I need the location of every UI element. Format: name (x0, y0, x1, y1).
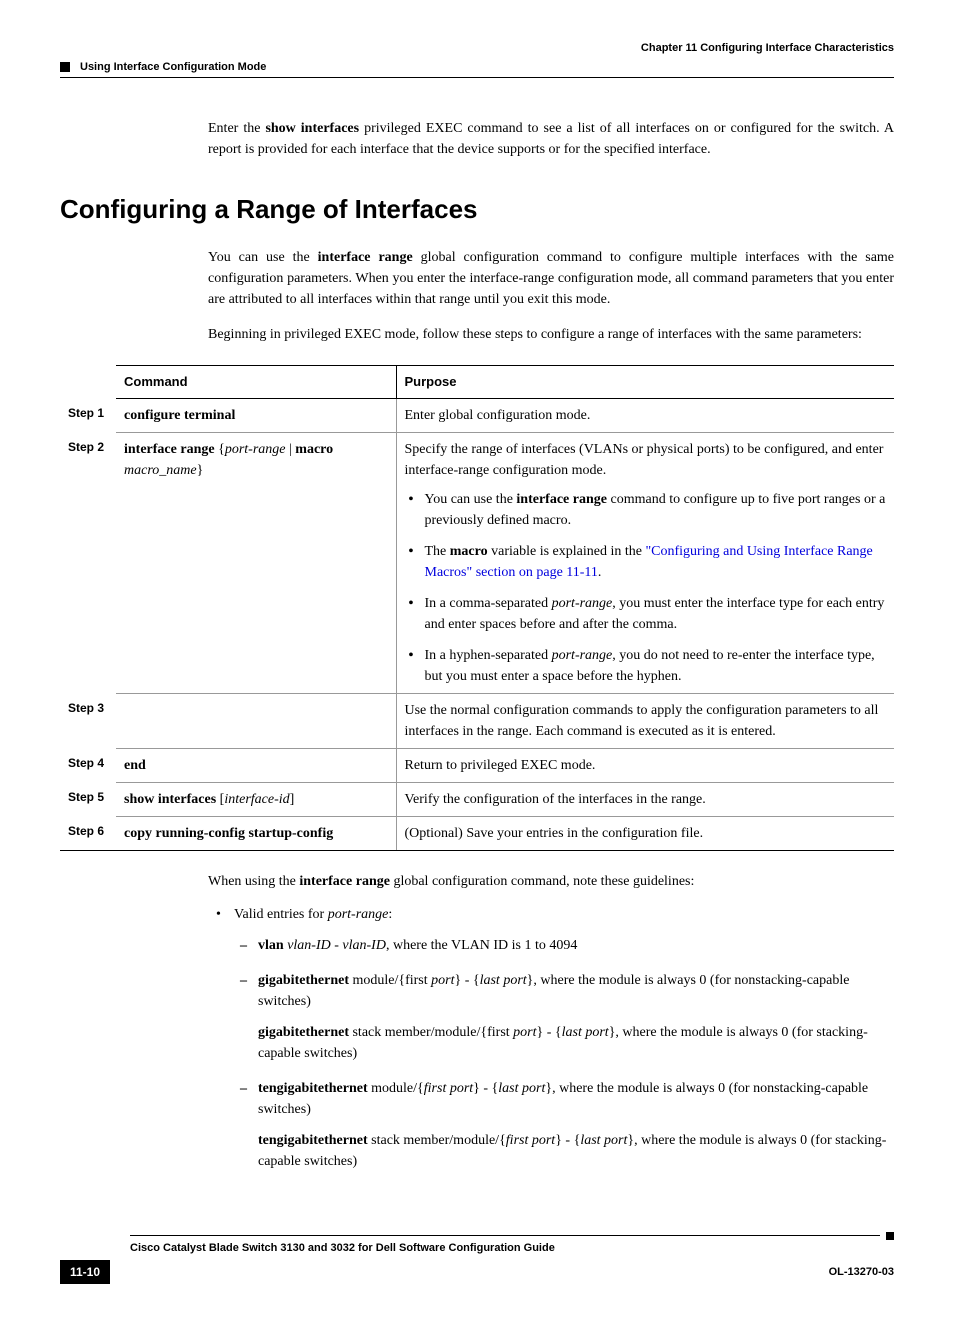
section-heading: Configuring a Range of Interfaces (60, 190, 894, 229)
step-label: Step 3 (60, 693, 116, 748)
table-row: Step 4 end Return to privileged EXEC mod… (60, 748, 894, 782)
page-header-left: Using Interface Configuration Mode (60, 59, 894, 76)
intro-paragraph: Enter the show interfaces privileged EXE… (208, 118, 894, 160)
header-rule (60, 77, 894, 78)
step-label: Step 6 (60, 816, 116, 850)
step-label: Step 2 (60, 432, 116, 693)
header-square-icon (60, 62, 70, 72)
page-footer: Cisco Catalyst Blade Switch 3130 and 303… (60, 1232, 894, 1285)
steps-table: Command Purpose Step 1 configure termina… (60, 365, 894, 851)
list-item: vlan vlan-ID - vlan-ID, where the VLAN I… (234, 935, 894, 956)
table-row: Step 3 Use the normal configuration comm… (60, 693, 894, 748)
table-row: Step 6 copy running-config startup-confi… (60, 816, 894, 850)
header-section: Using Interface Configuration Mode (80, 59, 266, 76)
guidelines-block: When using the interface range global co… (208, 871, 894, 1172)
table-row: Step 5 show interfaces [interface-id] Ve… (60, 782, 894, 816)
header-chapter: Chapter 11 Configuring Interface Charact… (641, 40, 894, 57)
step-label: Step 1 (60, 398, 116, 432)
list-item: gigabitethernet module/{first port} - {l… (234, 970, 894, 1064)
document-id: OL-13270-03 (829, 1264, 894, 1281)
th-command: Command (116, 366, 396, 399)
section-p2: Beginning in privileged EXEC mode, follo… (208, 324, 894, 345)
footer-square-icon (886, 1232, 894, 1240)
table-row: Step 2 interface range {port-range | mac… (60, 432, 894, 693)
list-item: tengigabitethernet module/{first port} -… (234, 1078, 894, 1172)
step-label: Step 4 (60, 748, 116, 782)
page-number: 11-10 (60, 1260, 110, 1284)
section-p1: You can use the interface range global c… (208, 247, 894, 310)
footer-doc-title: Cisco Catalyst Blade Switch 3130 and 303… (130, 1240, 890, 1257)
page-header: Chapter 11 Configuring Interface Charact… (60, 40, 894, 57)
list-item: Valid entries for port-range: vlan vlan-… (208, 904, 894, 1172)
th-purpose: Purpose (396, 366, 894, 399)
table-row: Step 1 configure terminal Enter global c… (60, 398, 894, 432)
step-label: Step 5 (60, 782, 116, 816)
